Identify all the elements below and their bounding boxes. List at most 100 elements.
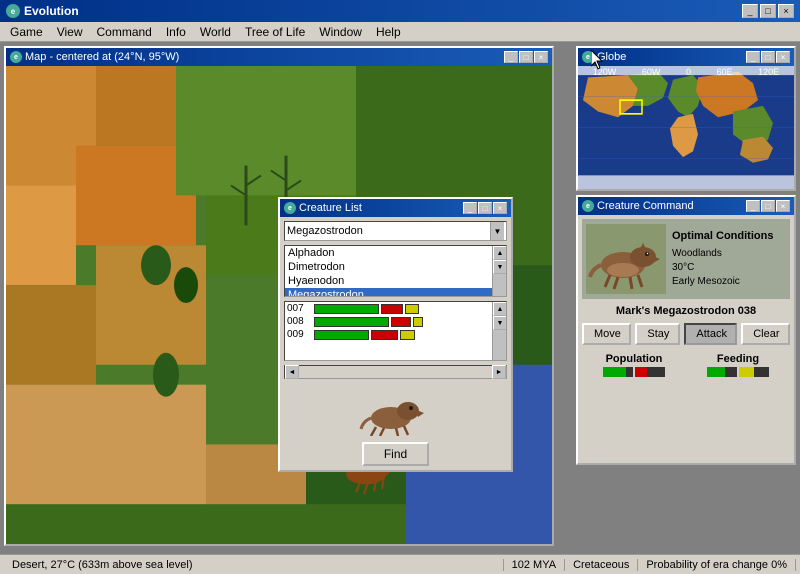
creature-list-icon: e — [284, 202, 296, 214]
close-button[interactable]: × — [778, 4, 794, 18]
map-close-btn[interactable]: × — [534, 51, 548, 63]
feeding-bar-yellow — [739, 367, 769, 377]
stay-button[interactable]: Stay — [635, 323, 680, 345]
stats-section: Population Feeding — [582, 353, 790, 377]
status-bar: Desert, 27°C (633m above sea level) 102 … — [0, 554, 800, 574]
title-bar: e Evolution _ □ × — [0, 0, 800, 22]
menu-view[interactable]: View — [51, 24, 89, 40]
list-item-hyaenodon[interactable]: Hyaenodon — [285, 274, 492, 288]
bar-id-007: 007 — [287, 303, 312, 314]
map-minimize-btn[interactable]: _ — [504, 51, 518, 63]
feeding-stat: Feeding — [707, 353, 769, 377]
menu-window[interactable]: Window — [313, 24, 368, 40]
list-item-megazostrodon[interactable]: Megazostrodon — [285, 288, 492, 297]
clear-button[interactable]: Clear — [741, 323, 790, 345]
creature-cmd-close-btn[interactable]: × — [776, 200, 790, 212]
creature-image — [586, 224, 666, 294]
find-button[interactable]: Find — [362, 442, 429, 466]
bars-scroll-up-btn[interactable]: ▲ — [493, 302, 507, 316]
creature-cmd-title-left: e Creature Command — [582, 200, 694, 212]
bars-scrollbar[interactable]: ▲ ▼ — [492, 302, 506, 360]
globe-map-svg — [578, 66, 794, 189]
horiz-scroll-left-btn[interactable]: ◄ — [285, 365, 299, 379]
creature-cmd-icon: e — [582, 200, 594, 212]
map-icon: e — [10, 51, 22, 63]
bar-008-yellow — [413, 317, 423, 327]
creature-cmd-content: Optimal Conditions Woodlands 30°C Early … — [578, 215, 794, 463]
globe-maximize-btn[interactable]: □ — [761, 51, 775, 63]
globe-icon: e — [582, 51, 594, 63]
creature-sprite — [588, 227, 664, 292]
horiz-scroll-right-btn[interactable]: ► — [492, 365, 506, 379]
bar-row-009: 009 — [285, 328, 506, 341]
bar-007-green — [314, 304, 379, 314]
main-area: e Map - centered at (24°N, 95°W) _ □ × — [0, 42, 800, 574]
app-icon: e — [6, 4, 20, 18]
find-btn-row: Find — [284, 442, 507, 466]
creature-listbox[interactable]: Alphadon Dimetrodon Hyaenodon Megazostro… — [284, 245, 507, 297]
status-era: Cretaceous — [565, 559, 638, 571]
globe-content[interactable]: 120W 60W 0 60E 120E — [578, 66, 794, 189]
globe-close-btn[interactable]: × — [776, 51, 790, 63]
scrollbar-down-btn[interactable]: ▼ — [493, 260, 507, 274]
optimal-temp: 30°C — [672, 261, 773, 275]
creature-cmd-title-bar[interactable]: e Creature Command _ □ × — [578, 197, 794, 215]
menu-command[interactable]: Command — [90, 24, 157, 40]
maximize-button[interactable]: □ — [760, 4, 776, 18]
list-item-dimetrodon[interactable]: Dimetrodon — [285, 260, 492, 274]
feeding-label: Feeding — [717, 353, 759, 365]
globe-minimize-btn[interactable]: _ — [746, 51, 760, 63]
globe-title-bar[interactable]: e Globe _ □ × — [578, 48, 794, 66]
status-probability: Probability of era change 0% — [638, 559, 796, 571]
dropdown-arrow-icon[interactable]: ▼ — [490, 222, 504, 240]
creature-name-label: Mark's Megazostrodon 038 — [582, 303, 790, 319]
status-terrain: Desert, 27°C (633m above sea level) — [4, 559, 504, 571]
menu-world[interactable]: World — [194, 24, 237, 40]
creature-cmd-maximize-btn[interactable]: □ — [761, 200, 775, 212]
status-mya: 102 MYA — [504, 559, 565, 571]
creature-list-title-bar[interactable]: e Creature List _ □ × — [280, 199, 511, 217]
globe-title-text: Globe — [597, 51, 626, 63]
menu-game[interactable]: Game — [4, 24, 49, 40]
title-buttons: _ □ × — [742, 4, 794, 18]
creature-sprite-area — [284, 383, 507, 438]
map-title-bar[interactable]: e Map - centered at (24°N, 95°W) _ □ × — [6, 48, 552, 66]
attack-button[interactable]: Attack — [684, 323, 737, 345]
scrollbar-up-btn[interactable]: ▲ — [493, 246, 507, 260]
menu-tree-of-life[interactable]: Tree of Life — [239, 24, 311, 40]
creature-list-maximize-btn[interactable]: □ — [478, 202, 492, 214]
population-bars — [603, 367, 665, 377]
creature-list-close-btn[interactable]: × — [493, 202, 507, 214]
title-bar-left: e Evolution — [6, 4, 79, 18]
horizontal-scrollbar[interactable]: ◄ ► — [284, 365, 507, 379]
bars-scroll-down-btn[interactable]: ▼ — [493, 316, 507, 330]
creature-display-area: Optimal Conditions Woodlands 30°C Early … — [582, 219, 790, 299]
population-bar-red — [635, 367, 665, 377]
optimal-conditions-title: Optimal Conditions — [672, 229, 773, 244]
globe-120e: 120E — [758, 67, 779, 77]
creature-list-title-text: Creature List — [299, 202, 362, 214]
creature-list-title-left: e Creature List — [284, 202, 362, 214]
creature-list-window: e Creature List _ □ × Megazostrodon ▼ Al… — [278, 197, 513, 472]
creature-info: Optimal Conditions Woodlands 30°C Early … — [672, 229, 773, 288]
bar-009-green — [314, 330, 369, 340]
creature-dropdown[interactable]: Megazostrodon ▼ — [284, 221, 507, 241]
creature-list-minimize-btn[interactable]: _ — [463, 202, 477, 214]
map-maximize-btn[interactable]: □ — [519, 51, 533, 63]
map-title-text: Map - centered at (24°N, 95°W) — [25, 51, 179, 63]
menu-info[interactable]: Info — [160, 24, 192, 40]
menu-help[interactable]: Help — [370, 24, 407, 40]
bar-008-green — [314, 317, 389, 327]
move-button[interactable]: Move — [582, 323, 631, 345]
creature-dropdown-value: Megazostrodon — [287, 225, 363, 237]
list-scrollbar[interactable]: ▲ ▼ — [492, 246, 506, 296]
creature-cmd-minimize-btn[interactable]: _ — [746, 200, 760, 212]
minimize-button[interactable]: _ — [742, 4, 758, 18]
population-stat: Population — [603, 353, 665, 377]
list-creature-sprite — [356, 386, 436, 436]
app-title: Evolution — [24, 4, 79, 18]
map-window-buttons: _ □ × — [504, 51, 548, 63]
bar-009-red — [371, 330, 398, 340]
creature-command-window: e Creature Command _ □ × — [576, 195, 796, 465]
list-item-alphadon[interactable]: Alphadon — [285, 246, 492, 260]
